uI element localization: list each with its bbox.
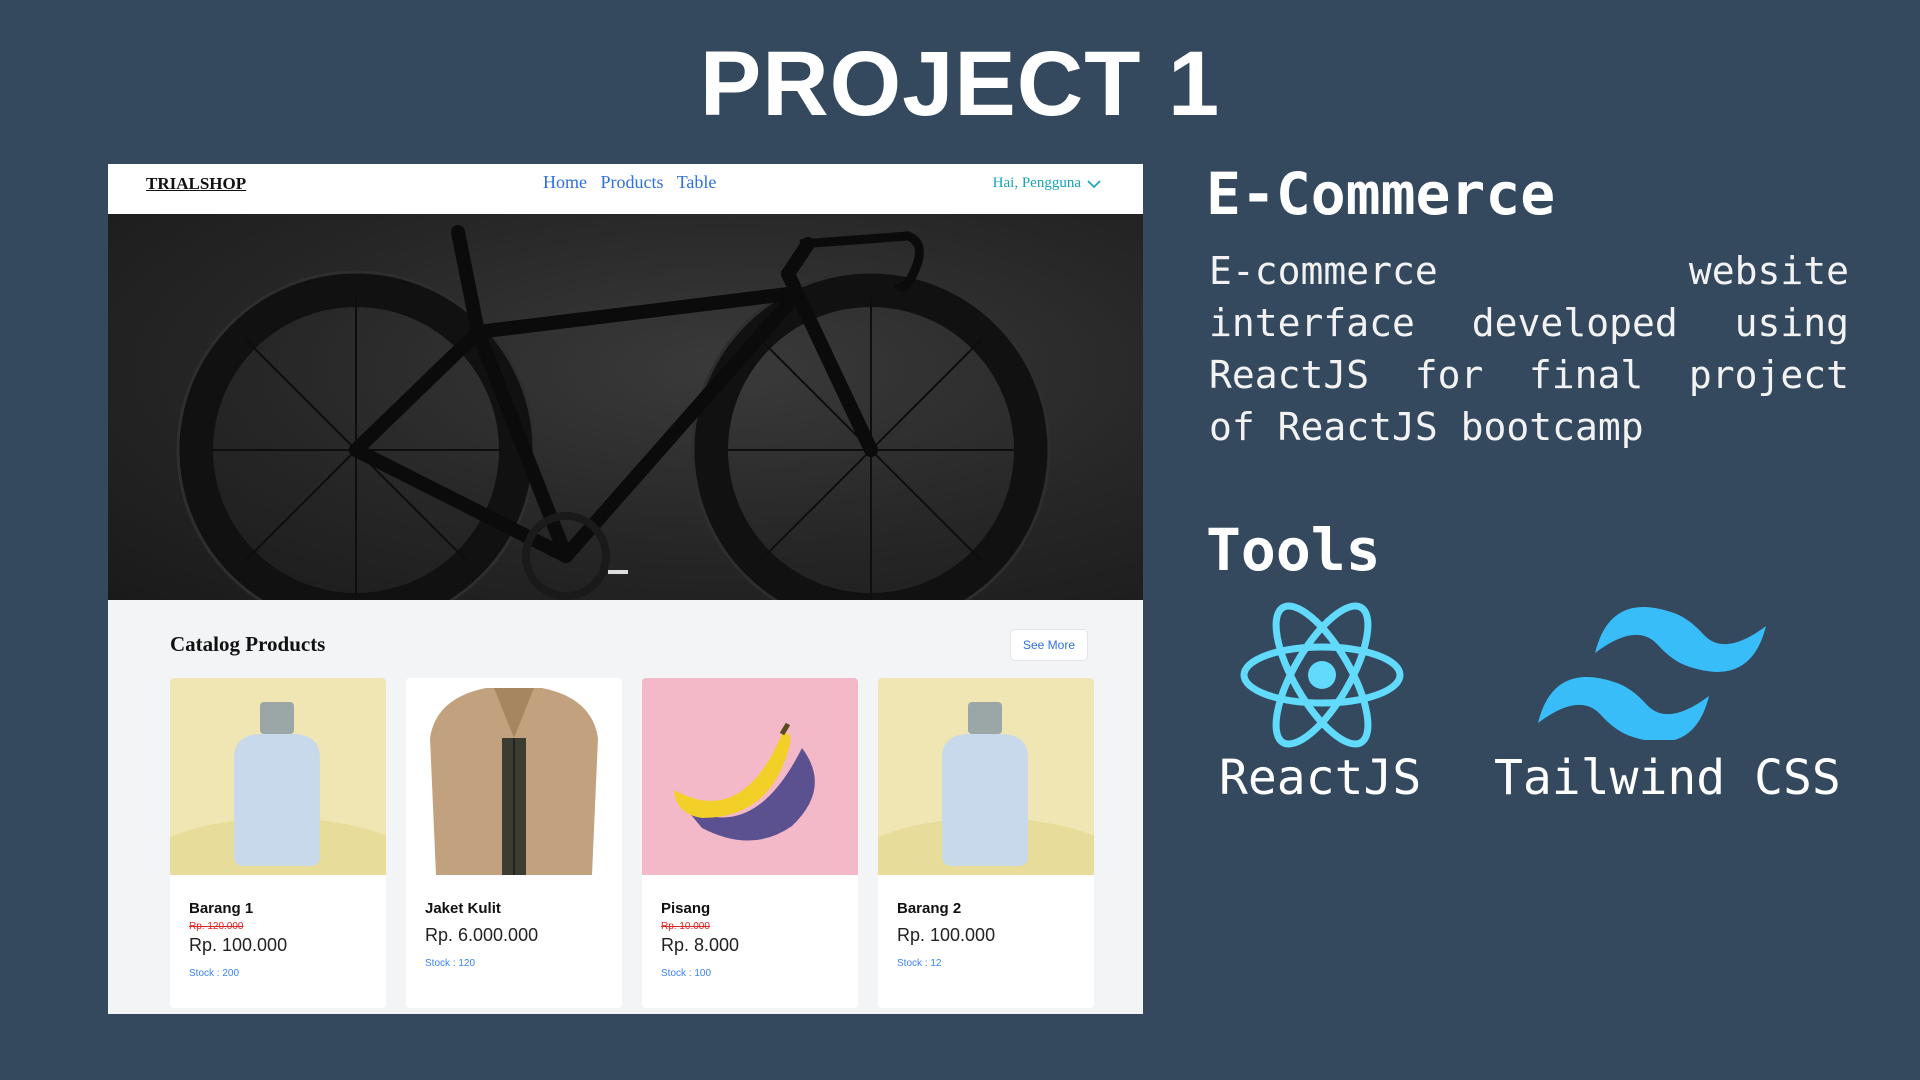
product-info: Barang 1 Rp. 120.000 Rp. 100.000 Stock :…: [189, 900, 376, 979]
product-stock: Stock : 200: [189, 968, 240, 979]
product-price: Rp. 8.000: [661, 935, 740, 955]
nav-link-table[interactable]: Table: [677, 172, 717, 192]
project-name-heading: E-Commerce: [1206, 160, 1556, 228]
user-menu[interactable]: Hai, Pengguna: [993, 175, 1101, 192]
product-card[interactable]: Jaket Kulit Rp. 6.000.000 Stock : 120: [406, 678, 622, 1008]
nav-link-home[interactable]: Home: [543, 172, 587, 192]
shop-brand-link[interactable]: TRIALSHOP: [146, 174, 246, 194]
slide-title: PROJECT 1: [699, 33, 1221, 135]
product-name: Pisang: [661, 900, 711, 917]
nav-link-products[interactable]: Products: [601, 172, 664, 192]
product-price: Rp. 100.000: [897, 925, 996, 945]
hero-banner: [108, 214, 1143, 600]
product-price: Rp. 100.000: [189, 935, 288, 955]
product-old-price: Rp. 120.000: [189, 921, 244, 932]
product-info: Jaket Kulit Rp. 6.000.000 Stock : 120: [425, 900, 612, 969]
product-name: Barang 2: [897, 900, 962, 917]
user-greeting: Hai, Pengguna: [992, 175, 1081, 191]
tools-heading: Tools: [1206, 516, 1381, 584]
product-card[interactable]: Pisang Rp. 10.000 Rp. 8.000 Stock : 100: [642, 678, 858, 1008]
product-price: Rp. 6.000.000: [425, 925, 539, 945]
see-more-button[interactable]: See More: [1010, 629, 1088, 661]
product-image-bottle: [170, 678, 386, 875]
shop-navbar: TRIALSHOP Home Products Table Hai, Pengg…: [108, 164, 1143, 214]
product-name: Jaket Kulit: [425, 900, 501, 917]
product-info: Barang 2 Rp. 100.000 Stock : 12: [897, 900, 1084, 969]
product-image-banana: [642, 678, 858, 875]
shop-screenshot: TRIALSHOP Home Products Table Hai, Pengg…: [108, 164, 1143, 1014]
catalog-title: Catalog Products: [170, 632, 326, 656]
nav-links: Home Products Table: [543, 172, 725, 193]
product-image-jacket: [406, 678, 622, 875]
product-stock: Stock : 100: [661, 968, 712, 979]
product-info: Pisang Rp. 10.000 Rp. 8.000 Stock : 100: [661, 900, 848, 979]
react-logo-icon: [1240, 602, 1404, 748]
tool-label-reactjs: ReactJS: [1219, 750, 1422, 806]
product-card[interactable]: Barang 2 Rp. 100.000 Stock : 12: [878, 678, 1094, 1008]
product-card[interactable]: Barang 1 Rp. 120.000 Rp. 100.000 Stock :…: [170, 678, 386, 1008]
chevron-down-icon: [1087, 179, 1101, 188]
product-stock: Stock : 120: [425, 958, 476, 969]
bicycle-image: [176, 225, 1051, 600]
product-image-bottle: [878, 678, 1094, 875]
product-name: Barang 1: [189, 900, 254, 917]
product-old-price: Rp. 10.000: [661, 921, 710, 932]
product-stock: Stock : 12: [897, 958, 942, 969]
tailwind-logo-icon: [1538, 607, 1766, 740]
tool-label-tailwind: Tailwind CSS: [1494, 750, 1841, 806]
project-description: E-commerce website interface developed u…: [1209, 249, 1849, 449]
